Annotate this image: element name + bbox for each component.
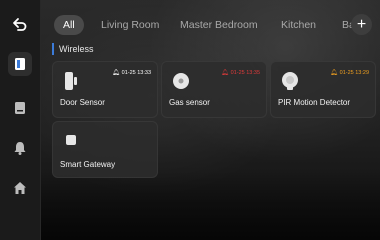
home-icon bbox=[14, 182, 26, 194]
bell-icon: 🔔︎ bbox=[330, 70, 338, 76]
add-button[interactable]: + bbox=[351, 14, 372, 35]
device-name: PIR Motion Detector bbox=[278, 98, 351, 107]
tab-master-bedroom[interactable]: Master Bedroom bbox=[180, 15, 258, 35]
bell-icon: 🔔︎ bbox=[112, 70, 120, 76]
motion-detector-icon bbox=[282, 72, 298, 90]
device-card-gas-sensor[interactable]: 🔔︎ 01-25 13:35 Gas sensor bbox=[161, 61, 267, 118]
tab-all[interactable]: All bbox=[54, 15, 84, 35]
device-name: Gas sensor bbox=[169, 98, 210, 107]
bell-icon bbox=[14, 142, 26, 155]
device-name: Door Sensor bbox=[60, 98, 105, 107]
device-status: 🔔︎ 01-25 13:33 bbox=[112, 69, 151, 77]
bell-icon: 🔔︎ bbox=[221, 70, 229, 76]
tablet-icon bbox=[15, 102, 25, 114]
gas-sensor-icon bbox=[173, 73, 189, 89]
sidebar bbox=[0, 0, 41, 240]
sidebar-item-scenes[interactable] bbox=[8, 96, 32, 120]
room-tabs: All Living Room Master Bedroom Kitchen B… bbox=[54, 15, 380, 35]
back-button[interactable] bbox=[8, 12, 32, 36]
sidebar-item-devices[interactable] bbox=[8, 52, 32, 76]
sidebar-item-home[interactable] bbox=[8, 176, 32, 200]
gateway-icon bbox=[66, 135, 76, 145]
plus-icon: + bbox=[356, 15, 367, 33]
door-sensor-icon bbox=[65, 72, 77, 90]
device-card-pir-motion-detector[interactable]: 🔔︎ 01-25 13:29 PIR Motion Detector bbox=[270, 61, 376, 118]
device-panel-icon bbox=[15, 58, 25, 70]
tab-living-room[interactable]: Living Room bbox=[101, 15, 159, 35]
back-arrow-icon bbox=[13, 18, 27, 31]
device-card-door-sensor[interactable]: 🔔︎ 01-25 13:33 Door Sensor bbox=[52, 61, 158, 118]
device-status: 🔔︎ 01-25 13:29 bbox=[330, 69, 369, 77]
background bbox=[0, 0, 380, 240]
device-status: 🔔︎ 01-25 13:35 bbox=[221, 69, 260, 77]
device-name: Smart Gateway bbox=[60, 160, 116, 169]
device-card-smart-gateway[interactable]: Smart Gateway bbox=[52, 121, 158, 178]
tab-kitchen[interactable]: Kitchen bbox=[281, 15, 316, 35]
sidebar-item-alerts[interactable] bbox=[8, 136, 32, 160]
section-title: Wireless bbox=[52, 43, 94, 55]
